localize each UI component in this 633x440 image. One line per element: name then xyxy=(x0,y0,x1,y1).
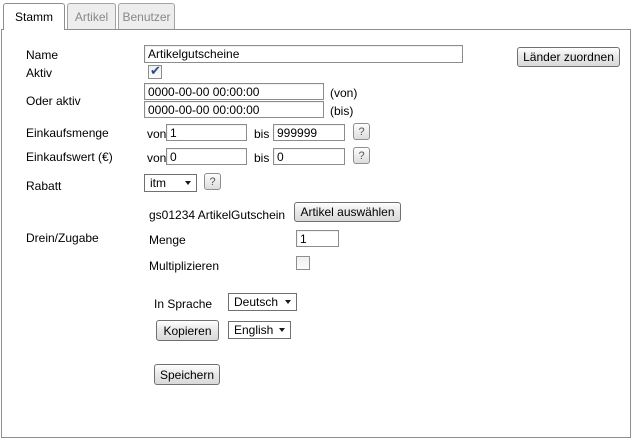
tab-artikel[interactable]: Artikel xyxy=(67,3,116,29)
tab-benutzer[interactable]: Benutzer xyxy=(118,3,175,29)
aktiv-checkbox[interactable]: ✔ xyxy=(148,65,162,79)
einkaufsmenge-label: Einkaufsmenge xyxy=(26,126,109,140)
rabatt-select-value: itm xyxy=(150,176,166,190)
kopieren-sprache-select[interactable]: English xyxy=(228,321,291,339)
tab-panel-stamm: Name Länder zuordnen Aktiv ✔ Oder aktiv … xyxy=(1,29,631,438)
chevron-down-icon xyxy=(285,300,291,304)
einkaufsmenge-von-input[interactable] xyxy=(166,124,247,141)
multiplizieren-checkbox[interactable] xyxy=(296,256,310,270)
app-window: Stamm Artikel Benutzer Name Länder zuord… xyxy=(0,0,633,440)
speichern-button[interactable]: Speichern xyxy=(154,364,220,385)
artikel-gutschein-text: gs01234 ArtikelGutschein xyxy=(149,208,285,222)
oder-aktiv-bis-input[interactable] xyxy=(144,101,324,118)
einkaufswert-bis-input[interactable] xyxy=(273,148,345,165)
einkaufswert-von-input[interactable] xyxy=(166,148,247,165)
einkaufsmenge-bis-label: bis xyxy=(254,127,269,141)
drein-zugabe-label: Drein/Zugabe xyxy=(26,231,99,245)
menge-input[interactable] xyxy=(296,230,339,247)
tab-stamm[interactable]: Stamm xyxy=(3,3,65,30)
rabatt-select[interactable]: itm xyxy=(144,174,197,192)
rabatt-help-button[interactable]: ? xyxy=(204,173,221,190)
einkaufswert-von-label: von xyxy=(147,151,166,165)
multiplizieren-label: Multiplizieren xyxy=(149,259,219,273)
artikel-auswaehlen-button[interactable]: Artikel auswählen xyxy=(294,202,401,222)
aktiv-label: Aktiv xyxy=(26,66,52,80)
von-suffix-label: (von) xyxy=(330,86,357,100)
menge-label: Menge xyxy=(149,233,186,247)
sprache-select-value: Deutsch xyxy=(234,295,278,309)
check-icon: ✔ xyxy=(150,66,161,76)
einkaufsmenge-bis-input[interactable] xyxy=(273,124,345,141)
name-label: Name xyxy=(26,48,58,62)
kopieren-select-value: English xyxy=(234,323,273,337)
rabatt-label: Rabatt xyxy=(26,179,61,193)
chevron-down-icon xyxy=(185,181,191,185)
chevron-down-icon xyxy=(279,328,285,332)
in-sprache-label: In Sprache xyxy=(154,297,212,311)
sprache-select[interactable]: Deutsch xyxy=(228,293,297,311)
einkaufsmenge-help-button[interactable]: ? xyxy=(353,123,370,140)
name-input[interactable] xyxy=(144,45,463,63)
tab-bar: Stamm Artikel Benutzer xyxy=(3,3,175,30)
kopieren-button[interactable]: Kopieren xyxy=(156,320,219,341)
einkaufsmenge-von-label: von xyxy=(147,127,166,141)
bis-suffix-label: (bis) xyxy=(330,104,353,118)
oder-aktiv-von-input[interactable] xyxy=(144,83,324,100)
einkaufswert-help-button[interactable]: ? xyxy=(353,147,370,164)
laender-zuordnen-button[interactable]: Länder zuordnen xyxy=(517,47,620,67)
oder-aktiv-label: Oder aktiv xyxy=(26,94,81,108)
einkaufswert-label: Einkaufswert (€) xyxy=(26,150,113,164)
einkaufswert-bis-label: bis xyxy=(254,151,269,165)
